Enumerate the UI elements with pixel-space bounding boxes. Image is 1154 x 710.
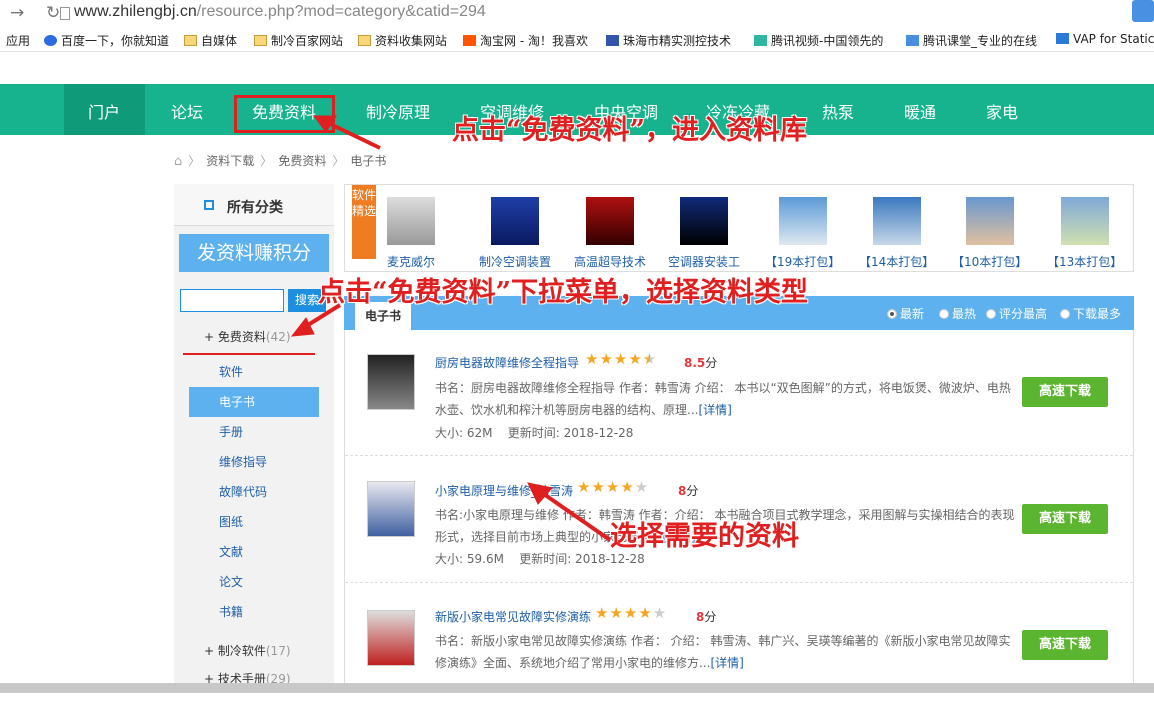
- annotation-arrows: [290, 115, 612, 542]
- arrow-to-free-resources: [313, 115, 381, 150]
- arrow-to-free-category: [290, 303, 342, 337]
- arrow-to-resource-title: [527, 482, 612, 542]
